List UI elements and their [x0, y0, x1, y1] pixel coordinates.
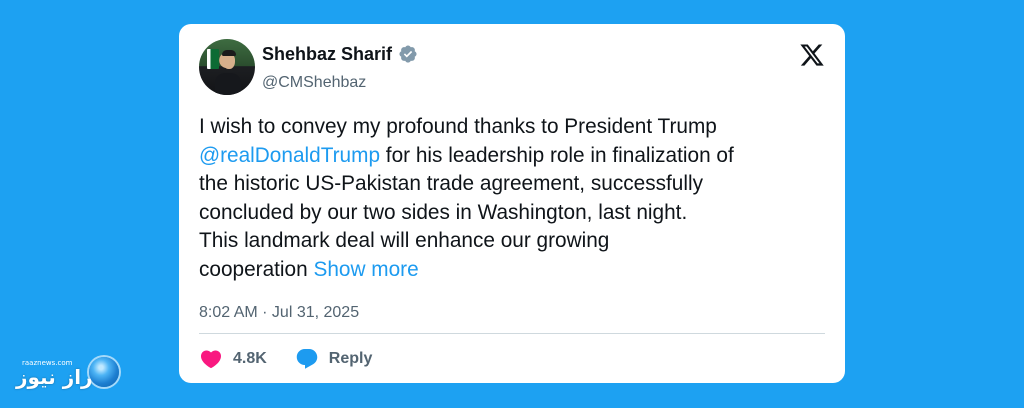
like-button[interactable]: 4.8K	[199, 347, 267, 371]
divider	[199, 333, 825, 334]
verified-badge-icon	[398, 44, 418, 64]
avatar[interactable]	[199, 39, 255, 95]
globe-icon	[89, 357, 119, 387]
reply-label: Reply	[328, 350, 373, 367]
avatar-hair	[222, 50, 236, 56]
avatar-body	[215, 73, 241, 95]
reply-button[interactable]: Reply	[295, 347, 373, 371]
tweet-text-part-1: I wish to convey my profound thanks to P…	[199, 115, 717, 138]
show-more-link[interactable]: Show more	[313, 258, 418, 281]
like-count: 4.8K	[233, 350, 267, 367]
x-logo-icon[interactable]	[799, 42, 825, 68]
heart-icon	[199, 347, 223, 371]
handle[interactable]: @CMShehbaz	[262, 73, 366, 93]
action-bar: 4.8K Reply	[199, 344, 400, 374]
flag-shape	[207, 49, 219, 69]
tweet-card: Shehbaz Sharif @CMShehbaz I wish to conv…	[179, 24, 845, 383]
watermark-brand: راز نیوز	[16, 365, 93, 389]
watermark-logo: raaznews.com راز نیوز	[16, 355, 122, 395]
mention-link[interactable]: @realDonaldTrump	[199, 144, 380, 167]
timestamp[interactable]: 8:02 AM · Jul 31, 2025	[199, 303, 359, 323]
display-name[interactable]: Shehbaz Sharif	[262, 43, 392, 65]
tweet-text: I wish to convey my profound thanks to P…	[199, 113, 829, 285]
author-row: Shehbaz Sharif	[262, 43, 418, 65]
reply-bubble-icon	[295, 347, 319, 371]
